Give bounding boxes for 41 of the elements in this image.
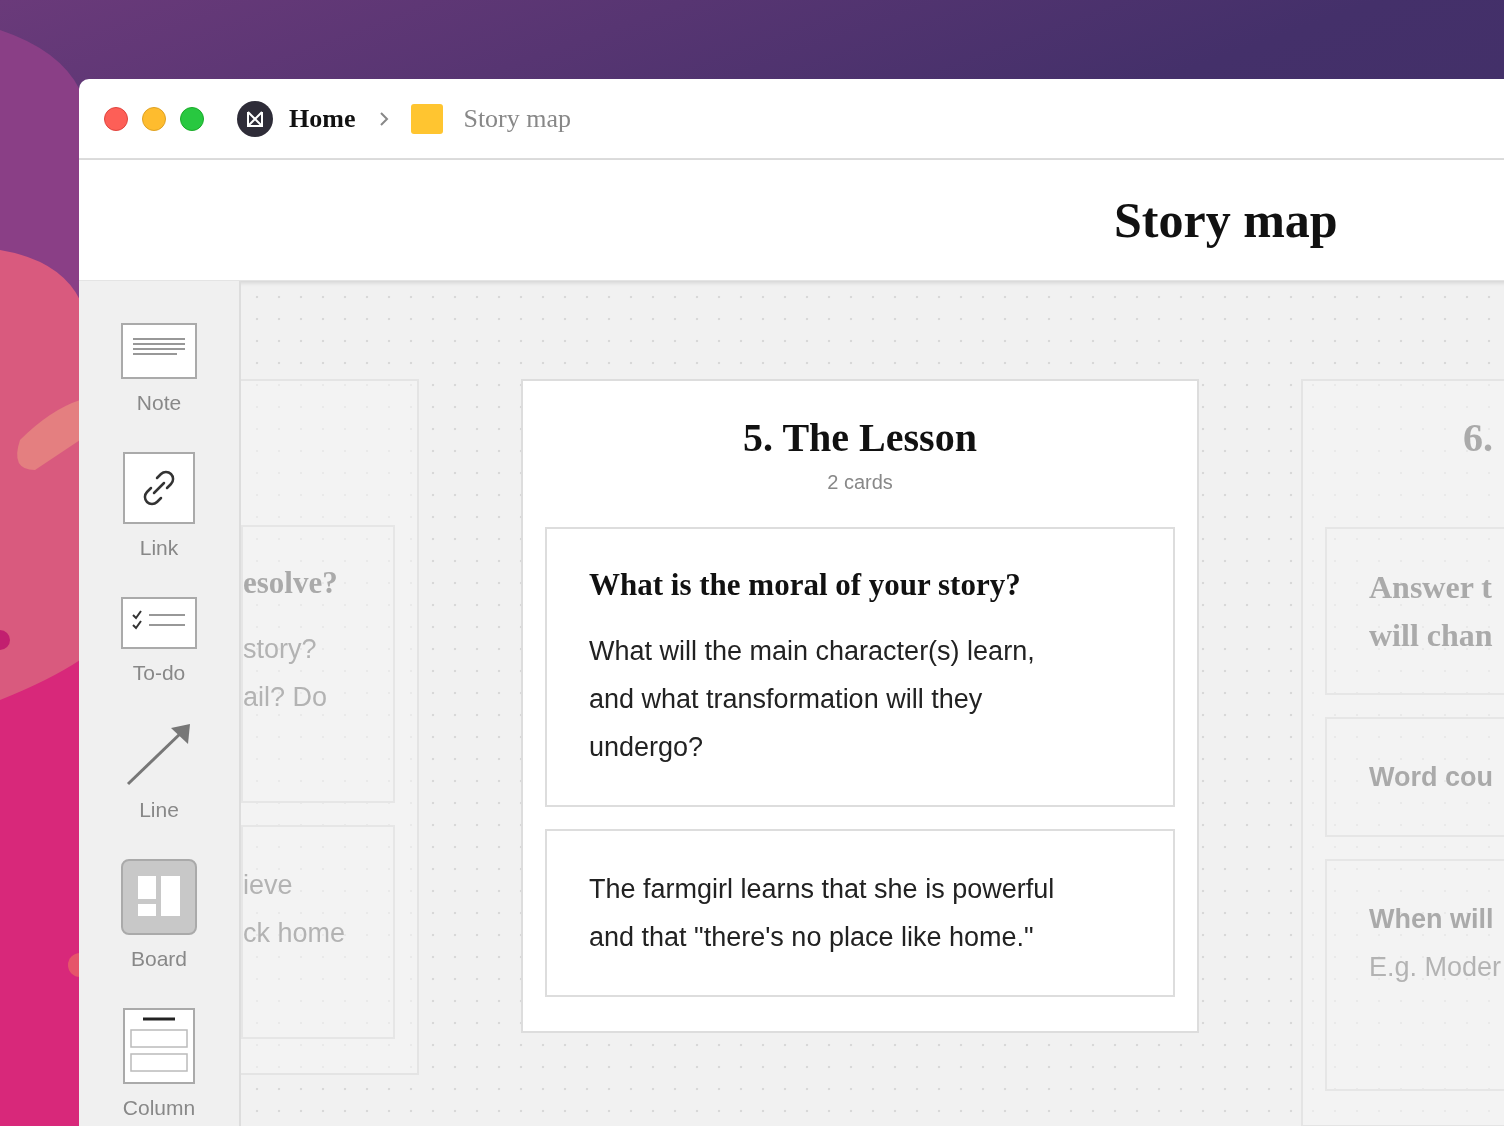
column-title: 5. The Lesson (742, 414, 978, 462)
note-card[interactable]: The farmgirl learns that she is powerful and that "there's no place like home." (545, 829, 1175, 997)
card-text: The farmgirl learns that she is powerful and that "there's no place like home." (589, 873, 1056, 954)
card-heading: What is the moral of your story? (589, 566, 1022, 604)
link-tool[interactable]: Link (123, 452, 195, 562)
page-title: Story map (1114, 191, 1338, 249)
card-count: 2 cards (826, 470, 894, 495)
minimize-button[interactable] (142, 106, 166, 131)
chevron-icon (379, 110, 390, 127)
column-icon (123, 1008, 195, 1084)
card-text: E.g. Moder (1369, 951, 1503, 984)
note-card[interactable]: What is the moral of your story? What will the main character(s) learn, and what transformation will they undergo? (545, 527, 1175, 807)
card-text: ieve ck home (243, 869, 347, 950)
card-title: When will (1369, 903, 1495, 936)
column-title: 6. (1462, 414, 1494, 462)
board-icon (411, 103, 444, 134)
note-tool[interactable]: Note (121, 323, 197, 417)
link-icon (123, 452, 195, 524)
column-tool[interactable]: Column (122, 1008, 196, 1122)
logo-icon[interactable] (237, 100, 273, 137)
todo-icon (121, 597, 197, 649)
note-card[interactable]: When will E.g. Moder (1325, 859, 1504, 1091)
line-tool[interactable]: Line (126, 722, 192, 824)
note-card[interactable]: Answer t will chan (1325, 527, 1504, 695)
todo-tool[interactable]: To-do (121, 597, 197, 687)
board-icon (121, 859, 197, 935)
board-tool[interactable]: Board (121, 859, 197, 973)
note-card[interactable]: Word cou (1325, 717, 1504, 837)
card-title: Word cou (1369, 761, 1494, 794)
card-text: story? ail? Do (243, 633, 329, 714)
close-button[interactable] (104, 106, 128, 131)
home-link[interactable]: Home (289, 103, 356, 134)
card-heading: esolve? (243, 564, 339, 602)
card-heading: Answer t will chan (1369, 568, 1494, 655)
note-icon (121, 323, 197, 379)
zoom-button[interactable] (180, 106, 204, 131)
note-card[interactable]: esolve? story? ail? Do (241, 525, 395, 803)
arrow-icon (126, 722, 192, 786)
note-card[interactable]: ieve ck home (241, 825, 395, 1039)
card-text: What will the main character(s) learn, and what transformation will they undergo? (589, 635, 1036, 764)
breadcrumb-current[interactable]: Story map (463, 103, 572, 134)
